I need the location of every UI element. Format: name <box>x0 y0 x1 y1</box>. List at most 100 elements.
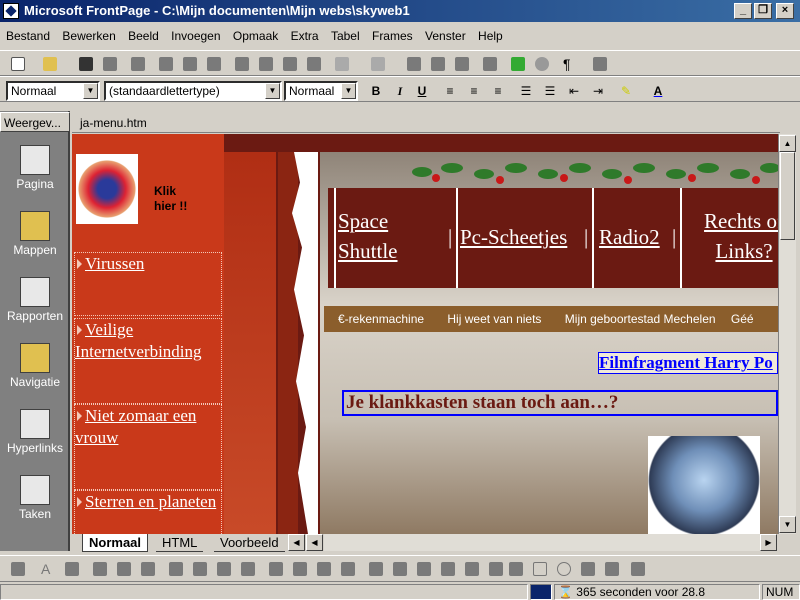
scroll-up-icon[interactable]: ▲ <box>779 135 796 152</box>
click-here-label[interactable]: Klik hier !! <box>154 184 214 214</box>
italic-button[interactable]: I <box>390 82 410 100</box>
view-page[interactable]: Pagina <box>0 139 70 199</box>
tab-html[interactable]: HTML <box>156 534 204 552</box>
scroll-left-icon[interactable]: ◀ <box>306 534 323 551</box>
save-icon[interactable] <box>76 54 96 74</box>
frontpage-app-icon[interactable] <box>3 3 19 19</box>
publish-icon[interactable] <box>100 54 120 74</box>
show-all-paragraph-icon[interactable]: ¶ <box>560 54 580 74</box>
copy-icon[interactable] <box>256 54 276 74</box>
insert-component-icon[interactable] <box>404 54 424 74</box>
print-preview-icon[interactable] <box>180 54 200 74</box>
insert-table-icon[interactable] <box>428 54 448 74</box>
auto-thumbnail-icon[interactable] <box>62 559 82 579</box>
set-transparent-color-icon[interactable] <box>390 559 410 579</box>
polygon-hotspot-icon[interactable] <box>578 559 598 579</box>
less-brightness-icon[interactable] <box>338 559 358 579</box>
chevron-down-icon[interactable]: ▼ <box>341 83 356 99</box>
help-icon[interactable] <box>590 54 610 74</box>
scroll-thumb[interactable] <box>780 152 795 240</box>
bring-forward-icon[interactable] <box>114 559 134 579</box>
black-and-white-icon[interactable] <box>414 559 434 579</box>
font-color-icon[interactable]: A <box>648 82 668 100</box>
decrease-indent-icon[interactable]: ⇤ <box>564 82 584 100</box>
nav-link-niet-zomaar-een-vrouw[interactable]: Niet zomaar een vrouw <box>75 405 221 449</box>
menu-bewerken[interactable]: Bewerken <box>56 26 118 43</box>
chevron-down-icon[interactable]: ▼ <box>265 83 280 99</box>
less-contrast-icon[interactable] <box>290 559 310 579</box>
tab-voorbeeld[interactable]: Voorbeeld <box>214 534 285 552</box>
sub-nav-link-rekenmachine[interactable]: €-rekenmachine <box>338 312 424 326</box>
flip-horizontal-icon[interactable] <box>214 559 234 579</box>
undo-icon[interactable] <box>332 54 352 74</box>
nav-link-space-shuttle[interactable]: Space Shuttle <box>338 206 448 266</box>
view-tasks[interactable]: Taken <box>0 469 70 529</box>
menu-frames[interactable]: Frames <box>366 26 416 43</box>
insert-picture-icon[interactable] <box>452 54 472 74</box>
scroll-right-icon[interactable]: ▶ <box>760 534 777 551</box>
paste-icon[interactable] <box>280 54 300 74</box>
horizontal-scrollbar[interactable] <box>324 534 760 551</box>
sub-nav-link-mechelen[interactable]: Mijn geboortestad Mechelen <box>565 312 716 326</box>
bold-button[interactable]: B <box>366 82 386 100</box>
rotate-left-icon[interactable] <box>166 559 186 579</box>
redo-icon[interactable] <box>368 54 388 74</box>
nav-link-rechts-of-links[interactable]: Rechts of Links? <box>696 206 778 266</box>
nav-link-radio2[interactable]: Radio2 <box>599 222 660 252</box>
scroll-left-icon[interactable]: ◀ <box>288 534 305 551</box>
menu-bestand[interactable]: Bestand <box>0 26 53 43</box>
folder-list-icon[interactable] <box>128 54 148 74</box>
highlight-icon[interactable]: ✎ <box>616 82 636 100</box>
menu-extra[interactable]: Extra <box>285 26 322 43</box>
highlight-hotspots-icon[interactable] <box>602 559 622 579</box>
new-page-icon[interactable] <box>8 54 28 74</box>
flip-vertical-icon[interactable] <box>238 559 258 579</box>
restore-picture-icon[interactable] <box>628 559 648 579</box>
font-size-select[interactable]: Normaal ▼ <box>284 81 358 101</box>
menu-beeld[interactable]: Beeld <box>122 26 162 43</box>
rectangle-hotspot-icon[interactable] <box>530 559 550 579</box>
sub-nav-link-hij-weet-van-niets[interactable]: Hij weet van niets <box>447 312 541 326</box>
underline-button[interactable]: U <box>412 82 432 100</box>
logo-image[interactable] <box>76 154 138 224</box>
align-right-icon[interactable]: ≡ <box>488 82 508 100</box>
menu-venster[interactable]: Venster <box>419 26 469 43</box>
scroll-down-icon[interactable]: ▼ <box>779 516 796 533</box>
nav-link-pc-scheetjes[interactable]: Pc-Scheetjes <box>460 222 567 252</box>
select-icon[interactable] <box>506 559 526 579</box>
close-button[interactable]: × <box>776 3 794 19</box>
spelling-icon[interactable] <box>204 54 224 74</box>
chevron-down-icon[interactable]: ▼ <box>83 83 98 99</box>
tab-normaal[interactable]: Normaal <box>82 534 149 552</box>
restore-button[interactable]: ❐ <box>754 3 772 19</box>
font-select[interactable]: (standaardlettertype) ▼ <box>104 81 282 101</box>
menu-invoegen[interactable]: Invoegen <box>165 26 223 43</box>
sub-nav-link-gee[interactable]: Géé <box>731 312 754 326</box>
more-brightness-icon[interactable] <box>314 559 334 579</box>
film-fragment-link[interactable]: Filmfragment Harry Po <box>598 352 778 374</box>
refresh-icon[interactable] <box>508 54 528 74</box>
circle-hotspot-icon[interactable] <box>554 559 574 579</box>
cut-icon[interactable] <box>232 54 252 74</box>
nav-link-virussen[interactable]: Virussen <box>75 253 221 275</box>
view-reports[interactable]: Rapporten <box>0 271 70 331</box>
align-left-icon[interactable]: ≡ <box>440 82 460 100</box>
menu-tabel[interactable]: Tabel <box>325 26 363 43</box>
increase-indent-icon[interactable]: ⇥ <box>588 82 608 100</box>
open-folder-icon[interactable] <box>40 54 60 74</box>
insert-picture-icon[interactable] <box>8 559 28 579</box>
align-center-icon[interactable]: ≡ <box>464 82 484 100</box>
format-painter-icon[interactable] <box>304 54 324 74</box>
nav-link-veilige-internetverbinding[interactable]: Veilige Internetverbinding <box>75 319 221 363</box>
nav-link-sterren-en-planeten[interactable]: Sterren en planeten <box>75 491 221 513</box>
send-backward-icon[interactable] <box>138 559 158 579</box>
more-contrast-icon[interactable] <box>266 559 286 579</box>
page-canvas[interactable]: Klik hier !! Virussen Veilige Internetve… <box>72 134 778 534</box>
menu-opmaak[interactable]: Opmaak <box>227 26 281 43</box>
document-tab[interactable]: ja-menu.htm <box>72 113 780 133</box>
bullets-icon[interactable]: ☰ <box>540 82 560 100</box>
resample-icon[interactable] <box>486 559 506 579</box>
view-navigation[interactable]: Navigatie <box>0 337 70 397</box>
position-absolute-icon[interactable] <box>90 559 110 579</box>
hyperlink-icon[interactable] <box>480 54 500 74</box>
